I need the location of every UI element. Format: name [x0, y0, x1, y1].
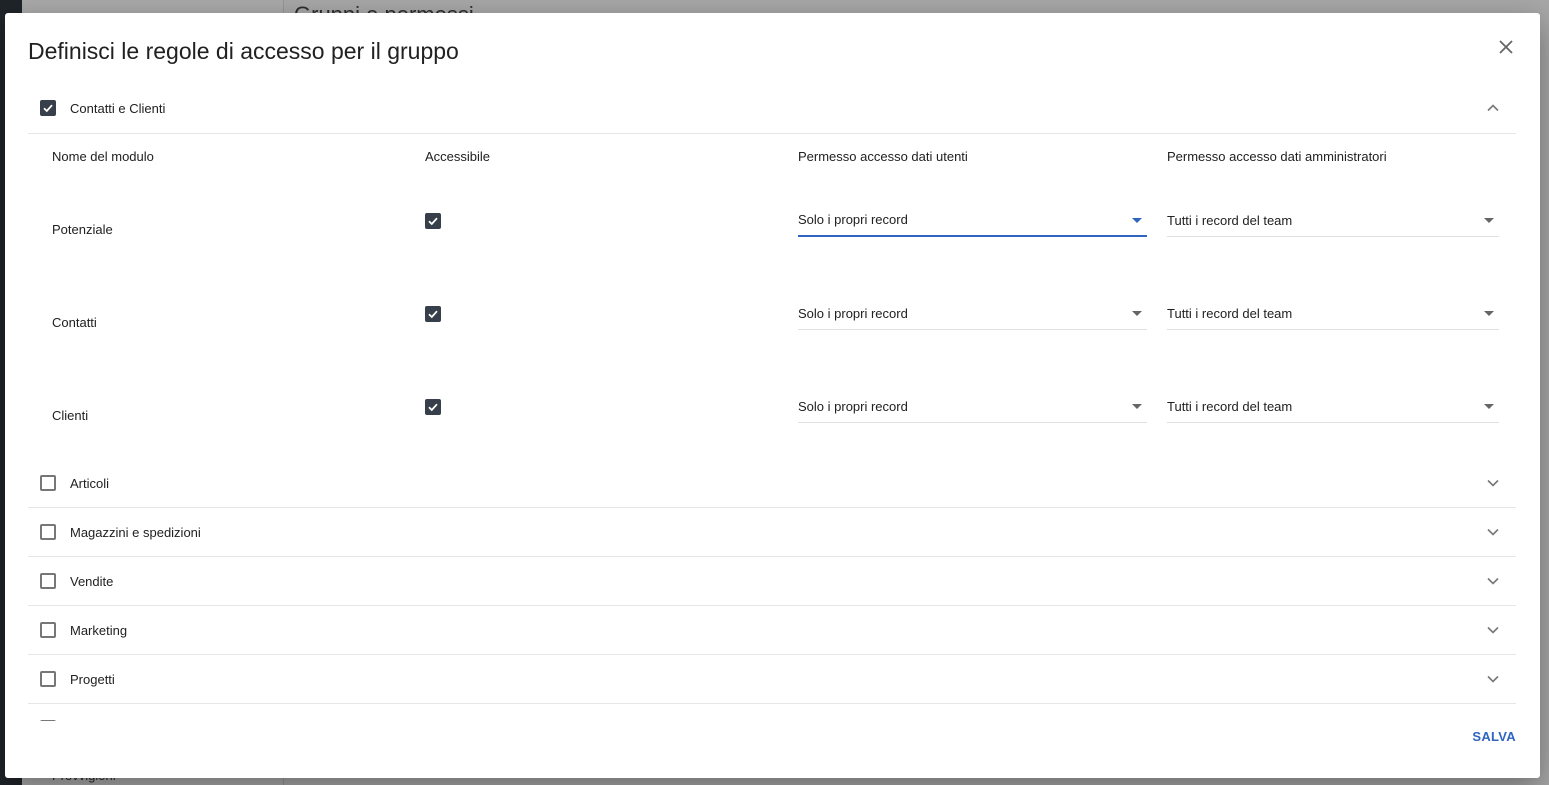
column-header-accessible: Accessibile — [425, 149, 491, 164]
close-button[interactable] — [1494, 35, 1518, 59]
section-checkbox[interactable] — [40, 475, 56, 491]
close-icon — [1499, 40, 1513, 54]
permissions-table-header: Nome del modulo Accessibile Permesso acc… — [28, 134, 1516, 180]
section-header-partial[interactable] — [28, 704, 1516, 721]
check-icon — [43, 104, 53, 113]
section-checkbox[interactable] — [40, 573, 56, 589]
chevron-down-icon[interactable] — [1486, 672, 1500, 686]
dropdown-arrow-icon — [1132, 403, 1142, 409]
check-icon — [428, 217, 438, 225]
module-name: Contatti — [52, 315, 97, 330]
table-row: Clienti Solo i propri record Tutti i rec… — [28, 366, 1516, 459]
access-rules-dialog: Definisci le regole di accesso per il gr… — [5, 13, 1540, 778]
section-checkbox[interactable] — [40, 671, 56, 687]
section-label: Contatti e Clienti — [70, 100, 166, 116]
select-value: Solo i propri record — [798, 305, 908, 321]
select-value: Solo i propri record — [798, 212, 908, 227]
dropdown-arrow-icon — [1484, 310, 1494, 316]
section-label: Progetti — [70, 671, 115, 687]
column-header-module: Nome del modulo — [52, 149, 154, 164]
select-value: Tutti i record del team — [1167, 398, 1293, 414]
user-access-select[interactable]: Solo i propri record — [798, 298, 1147, 330]
chevron-down-icon[interactable] — [1486, 574, 1500, 588]
accessible-checkbox[interactable] — [425, 305, 441, 322]
column-header-user-access: Permesso accesso dati utenti — [798, 149, 968, 164]
dropdown-arrow-icon — [1484, 403, 1494, 409]
section-header-magazzini[interactable]: Magazzini e spedizioni — [28, 508, 1516, 557]
section-header-progetti[interactable]: Progetti — [28, 655, 1516, 704]
chevron-down-icon[interactable] — [1486, 476, 1500, 490]
section-label: Magazzini e spedizioni — [70, 524, 201, 540]
check-icon — [428, 403, 438, 411]
module-name: Clienti — [52, 408, 89, 423]
accessible-checkbox[interactable] — [425, 398, 441, 415]
dialog-content: Contatti e Clienti Nome del modulo Acces… — [28, 83, 1516, 721]
dropdown-arrow-icon — [1484, 217, 1494, 223]
admin-access-select[interactable]: Tutti i record del team — [1167, 205, 1499, 237]
user-access-select[interactable]: Solo i propri record — [798, 205, 1147, 237]
section-header-vendite[interactable]: Vendite — [28, 557, 1516, 606]
section-label: Vendite — [70, 573, 114, 589]
accessible-checkbox[interactable] — [425, 212, 441, 229]
section-label: Marketing — [70, 622, 128, 638]
dropdown-arrow-icon — [1132, 217, 1142, 223]
section-label: Articoli — [70, 475, 110, 491]
admin-access-select[interactable]: Tutti i record del team — [1167, 391, 1499, 423]
dropdown-arrow-icon — [1132, 310, 1142, 316]
chevron-down-icon[interactable] — [1486, 525, 1500, 539]
section-checkbox-contatti-clienti[interactable] — [40, 100, 56, 116]
section-header-contatti-clienti[interactable]: Contatti e Clienti — [28, 83, 1516, 134]
module-name: Potenziale — [52, 222, 113, 237]
section-checkbox[interactable] — [40, 524, 56, 540]
select-value: Tutti i record del team — [1167, 305, 1293, 321]
admin-access-select[interactable]: Tutti i record del team — [1167, 298, 1499, 330]
select-value: Tutti i record del team — [1167, 212, 1293, 228]
chevron-down-icon[interactable] — [1486, 623, 1500, 637]
section-header-marketing[interactable]: Marketing — [28, 606, 1516, 655]
table-row: Potenziale Solo i propri record Tutti i … — [28, 180, 1516, 273]
section-header-articoli[interactable]: Articoli — [28, 459, 1516, 508]
dialog-title: Definisci le regole di accesso per il gr… — [28, 38, 459, 64]
check-icon — [428, 310, 438, 318]
section-checkbox[interactable] — [40, 622, 56, 638]
column-header-admin-access: Permesso accesso dati amministratori — [1167, 149, 1387, 164]
select-value: Solo i propri record — [798, 398, 908, 414]
table-row: Contatti Solo i propri record Tutti i re… — [28, 273, 1516, 366]
chevron-up-icon[interactable] — [1486, 101, 1500, 115]
save-button[interactable]: SALVA — [1472, 729, 1516, 744]
user-access-select[interactable]: Solo i propri record — [798, 391, 1147, 423]
section-checkbox[interactable] — [40, 720, 56, 721]
